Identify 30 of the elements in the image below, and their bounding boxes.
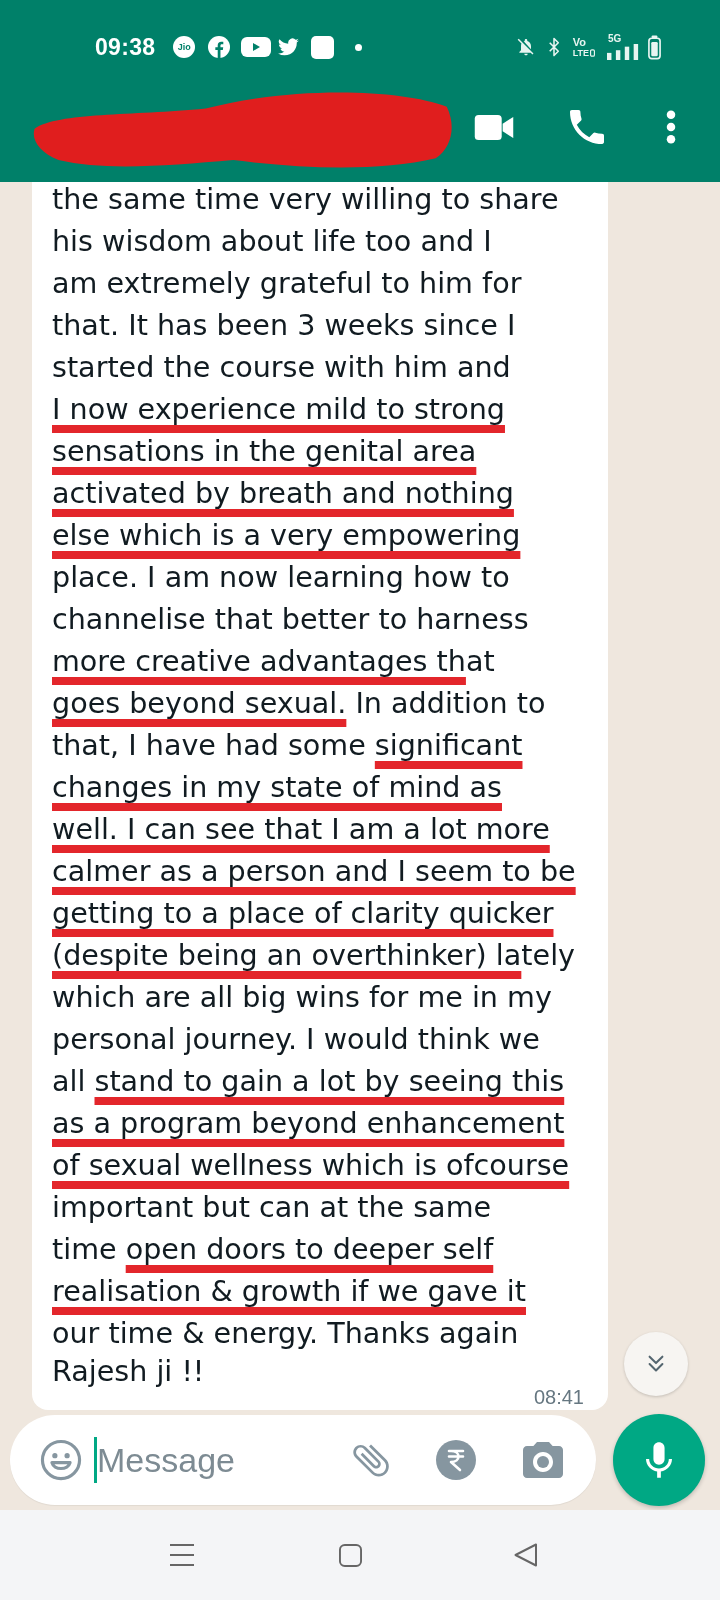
microphone-icon: [646, 1442, 672, 1478]
video-play-icon: [241, 37, 272, 57]
home-square-icon[interactable]: [339, 1543, 362, 1567]
phone-call-icon[interactable]: [570, 110, 604, 144]
facebook-icon: [208, 36, 231, 58]
voice-message-button[interactable]: [613, 1414, 705, 1506]
emoji-icon[interactable]: [40, 1439, 82, 1481]
app-notification-icon: [311, 35, 335, 59]
sim-indicator-icon: [590, 48, 595, 57]
bluetooth-icon: [547, 36, 560, 58]
message-time: 08:41: [533, 1388, 584, 1407]
camera-icon[interactable]: [523, 1442, 563, 1478]
message-input-field[interactable]: Message: [97, 1440, 337, 1480]
text-cursor: [94, 1437, 97, 1483]
battery-icon: [648, 34, 661, 60]
muted-bell-icon: [515, 37, 536, 57]
video-call-icon[interactable]: [474, 114, 514, 140]
lte-label: LTE: [572, 47, 589, 58]
menu-icon[interactable]: [666, 110, 676, 144]
menu-icon[interactable]: [169, 1543, 195, 1567]
signal-bars-icon: [605, 44, 641, 60]
rupee-payment-icon[interactable]: [436, 1440, 476, 1480]
more-notifications-dot-icon: [355, 43, 363, 51]
bird-icon: [277, 37, 301, 57]
volte-label: Vo: [572, 36, 586, 48]
network-type-label: 5G: [608, 34, 622, 44]
carrier-logo: Jio: [173, 36, 196, 58]
back-triangle-icon[interactable]: [514, 1543, 538, 1567]
message-text: the same time very willing to share his wisdom about life too and I am extremely grateful to him for that. It has been 3 weeks since I started the course with him and I now experience mild to strong sensations in the genital area activated by breath and nothing else which is a very empowering place. I am now learning how to channelise that better to harness more creative advantages that goes beyond sexual. In addition to that, I have had some significant changes in my state of mind as well. I can see that I am a lot more calmer as a person and I seem to be getting to a place of clarity quicker (despite being an overthinker) lately which are all big wins for me in my personal journey. I would think we all stand to gain a lot by seeing this as a program beyond enhancement of sexual wellness which is ofcourse important but can at the same time open doors to deeper self realisation & growth if we gave it our time & energy. Thanks again Rajesh ji !!: [52, 182, 577, 1388]
status-time: 09:38: [95, 33, 156, 61]
